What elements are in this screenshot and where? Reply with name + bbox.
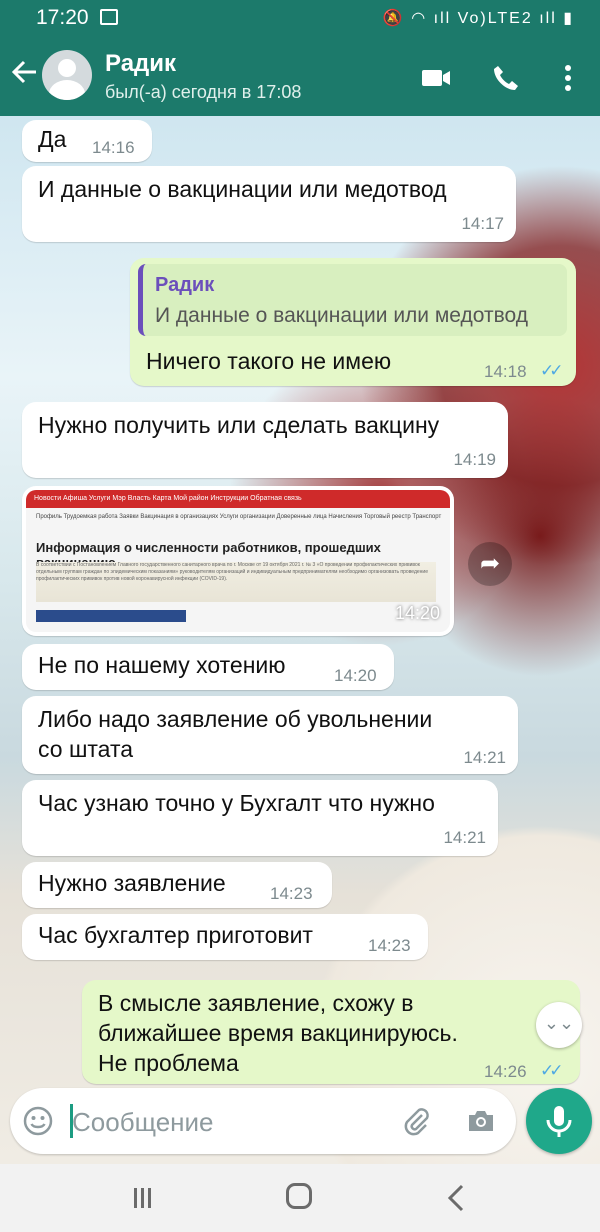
message-incoming[interactable]: И данные о вакцинации или медотвод 14:17 xyxy=(22,166,516,242)
status-icons: 🔕 ◠ ıll Vo)LTE2 ıll ▮ xyxy=(382,10,574,27)
contact-name[interactable]: Радик xyxy=(105,50,176,78)
more-icon[interactable] xyxy=(552,62,584,94)
forward-icon[interactable]: ➦ xyxy=(468,542,512,586)
message-line: ближайшее время вакцинируюсь. xyxy=(98,1020,458,1046)
chat-area[interactable]: Да 14:16 И данные о вакцинации или медот… xyxy=(0,116,600,1164)
back-arrow-icon[interactable] xyxy=(10,58,38,91)
message-outgoing[interactable]: В смысле заявление, схожу в ближайшее вр… xyxy=(82,980,580,1084)
status-time: 17:20 xyxy=(36,6,89,29)
message-line: со штата xyxy=(38,736,134,762)
avatar-icon[interactable] xyxy=(42,50,92,100)
message-incoming[interactable]: Нужно заявление 14:23 xyxy=(22,862,332,908)
message-incoming[interactable]: Час бухгалтер приготовит 14:23 xyxy=(22,914,428,960)
read-ticks-icon: ✓✓ xyxy=(540,1061,563,1080)
emoji-icon[interactable] xyxy=(22,1105,54,1137)
image-inner-button xyxy=(36,610,186,622)
message-incoming[interactable]: Не по нашему хотению 14:20 xyxy=(22,644,394,690)
system-nav-bar xyxy=(0,1164,600,1232)
video-call-icon[interactable] xyxy=(420,62,452,94)
status-bar: 17:20 🔕 ◠ ıll Vo)LTE2 ıll ▮ xyxy=(0,0,600,36)
phone-icon[interactable] xyxy=(490,62,522,94)
chat-header: Радик был(-а) сегодня в 17:08 xyxy=(0,36,600,116)
home-icon[interactable] xyxy=(286,1183,312,1209)
scroll-down-icon[interactable]: ⌄⌄ xyxy=(536,1002,582,1048)
attach-icon[interactable] xyxy=(400,1105,432,1137)
contact-status[interactable]: был(-а) сегодня в 17:08 xyxy=(105,82,301,103)
nav-back-icon[interactable] xyxy=(444,1184,468,1212)
message-incoming[interactable]: Да 14:16 xyxy=(22,120,152,162)
read-ticks-icon: ✓✓ xyxy=(540,361,563,380)
message-line: Не проблема xyxy=(98,1050,239,1076)
message-line: В смысле заявление, схожу в xyxy=(98,990,414,1016)
message-outgoing-reply[interactable]: Радик И данные о вакцинации или медотвод… xyxy=(130,258,576,386)
mic-icon[interactable] xyxy=(526,1088,592,1154)
message-composer[interactable] xyxy=(10,1088,516,1154)
message-incoming[interactable]: Час узнаю точно у Бухгалт что нужно 14:2… xyxy=(22,780,498,856)
message-line: Либо надо заявление об увольнении xyxy=(38,706,433,732)
gallery-notification-icon xyxy=(100,9,118,25)
message-incoming[interactable]: Либо надо заявление об увольнении со шта… xyxy=(22,696,518,774)
image-message[interactable]: Новости Афиша Услуги Мэр Власть Карта Мо… xyxy=(22,486,454,636)
image-preview[interactable]: Новости Афиша Услуги Мэр Власть Карта Мо… xyxy=(26,490,450,632)
quoted-message[interactable]: Радик И данные о вакцинации или медотвод xyxy=(138,264,567,336)
recents-icon[interactable] xyxy=(132,1186,154,1210)
message-input[interactable] xyxy=(70,1096,394,1148)
camera-icon[interactable] xyxy=(465,1105,497,1137)
message-incoming[interactable]: Нужно получить или сделать вакцину 14:19 xyxy=(22,402,508,478)
